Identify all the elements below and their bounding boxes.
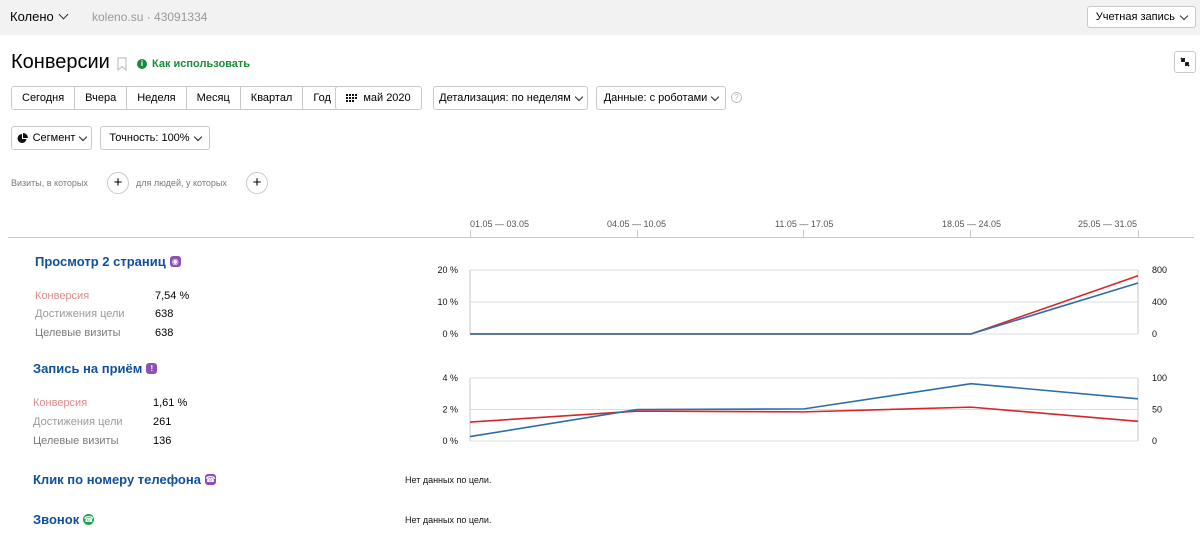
period-month-button[interactable]: Месяц	[186, 87, 241, 109]
reaches-value: 638	[155, 308, 174, 320]
goal-title-link[interactable]: Звонок ☎	[33, 512, 95, 527]
detail-dropdown[interactable]: Детализация: по неделям	[433, 86, 588, 110]
chevron-down-icon	[58, 9, 69, 20]
accuracy-label: Точность: 100%	[109, 132, 190, 144]
period-today-button[interactable]: Сегодня	[12, 87, 76, 109]
goal-charts: 0 % 0 10 % 400 20 % 800 0 % 0 2 % 50 4 % 100	[437, 265, 1167, 446]
y-right-tick-label: 400	[1152, 297, 1167, 307]
help-icon[interactable]: ?	[731, 92, 742, 103]
howto-link[interactable]: i Как использовать	[137, 58, 250, 70]
chevron-down-icon	[574, 92, 584, 101]
exclamation-icon: !	[146, 363, 158, 374]
top-bar: Колено koleno.su · 43091334 Учетная запи…	[0, 0, 1200, 35]
goal-title-link[interactable]: Просмотр 2 страниц ◉	[35, 254, 181, 269]
calendar-icon	[346, 94, 358, 102]
conversion-label: Конверсия	[35, 290, 90, 302]
segment-label: Сегмент	[32, 132, 76, 144]
accuracy-dropdown[interactable]: Точность: 100%	[100, 126, 210, 150]
add-visit-filter-button[interactable]: +	[107, 172, 129, 194]
y-right-tick-label: 100	[1152, 373, 1167, 383]
counter-meta: koleno.su · 43091334	[92, 10, 208, 24]
chevron-down-icon	[79, 132, 88, 141]
add-people-filter-button[interactable]: +	[246, 172, 268, 194]
account-button[interactable]: Учетная запись	[1086, 6, 1196, 28]
data-label: Данные: с роботами	[603, 92, 708, 104]
period-label: 18.05 — 24.05	[942, 219, 1002, 229]
y-left-tick-label: 10 %	[437, 297, 458, 307]
collapse-icon	[1180, 57, 1190, 67]
visits-filter-label: Визиты, в которых	[11, 178, 88, 188]
goal-title-link[interactable]: Запись на приём !	[33, 361, 158, 376]
pie-chart-icon	[17, 132, 28, 143]
conversion-value: 1,61 %	[153, 397, 188, 409]
call-icon: ☎	[83, 514, 95, 525]
visits-label: Целевые визиты	[35, 327, 121, 339]
y-left-tick-label: 20 %	[437, 265, 458, 275]
goal-title: Клик по номеру телефона	[33, 472, 201, 487]
account-label: Учетная запись	[1095, 11, 1175, 23]
y-right-tick-label: 800	[1152, 265, 1167, 275]
conversion-value: 7,54 %	[155, 290, 190, 302]
no-data-text: Нет данных по цели.	[405, 515, 492, 525]
y-left-tick-label: 2 %	[442, 405, 458, 415]
y-right-tick-label: 0	[1152, 329, 1157, 339]
y-right-tick-label: 50	[1152, 405, 1162, 415]
chevron-down-icon	[711, 92, 720, 101]
page-title: Конверсии	[11, 51, 110, 73]
reaches-series-line	[470, 282, 1139, 335]
period-label: 01.05 — 03.05	[470, 219, 530, 229]
chevron-down-icon	[193, 132, 202, 141]
data-dropdown[interactable]: Данные: с роботами	[596, 86, 726, 110]
bookmark-icon[interactable]	[117, 57, 127, 71]
visits-label: Целевые визиты	[33, 435, 119, 447]
conversion-series-line	[470, 275, 1139, 335]
period-label: 04.05 — 10.05	[607, 219, 667, 229]
period-yesterday-button[interactable]: Вчера	[75, 87, 128, 109]
period-selector: Сегодня Вчера Неделя Месяц Квартал Год	[11, 86, 342, 110]
phone-icon: ☎	[204, 474, 216, 485]
goal-title: Запись на приём	[33, 361, 143, 376]
y-left-tick-label: 0 %	[442, 329, 458, 339]
goal-title-link[interactable]: Клик по номеру телефона ☎	[33, 472, 216, 487]
counter-selector[interactable]: Колено	[10, 9, 69, 24]
date-range-label: май 2020	[363, 92, 411, 104]
visits-value: 638	[155, 327, 174, 339]
reaches-series-line	[469, 382, 1139, 438]
collapse-button[interactable]	[1174, 51, 1196, 73]
goal-title: Просмотр 2 страниц	[35, 254, 166, 269]
period-week-button[interactable]: Неделя	[127, 87, 187, 109]
howto-label: Как использовать	[152, 58, 251, 70]
period-label: 11.05 — 17.05	[775, 219, 834, 229]
y-right-tick-label: 0	[1152, 436, 1157, 446]
visits-value: 136	[153, 435, 172, 447]
goal-title: Звонок	[33, 512, 80, 527]
eye-icon: ◉	[169, 256, 181, 267]
y-left-tick-label: 0 %	[442, 436, 458, 446]
info-icon: i	[137, 59, 147, 69]
reaches-label: Достижения цели	[33, 416, 123, 428]
period-label: 25.05 — 31.05	[1078, 219, 1138, 229]
date-range-button[interactable]: май 2020	[335, 86, 422, 110]
y-left-tick-label: 4 %	[442, 373, 458, 383]
period-quarter-button[interactable]: Квартал	[240, 87, 304, 109]
detail-label: Детализация: по неделям	[439, 92, 571, 104]
reaches-label: Достижения цели	[35, 308, 125, 320]
counter-name: Колено	[10, 9, 54, 24]
chevron-down-icon	[1179, 11, 1189, 20]
people-filter-label: для людей, у которых	[136, 178, 227, 188]
conversion-label: Конверсия	[33, 397, 88, 409]
reaches-value: 261	[153, 416, 172, 428]
no-data-text: Нет данных по цели.	[405, 475, 492, 485]
segment-button[interactable]: Сегмент	[11, 126, 92, 150]
